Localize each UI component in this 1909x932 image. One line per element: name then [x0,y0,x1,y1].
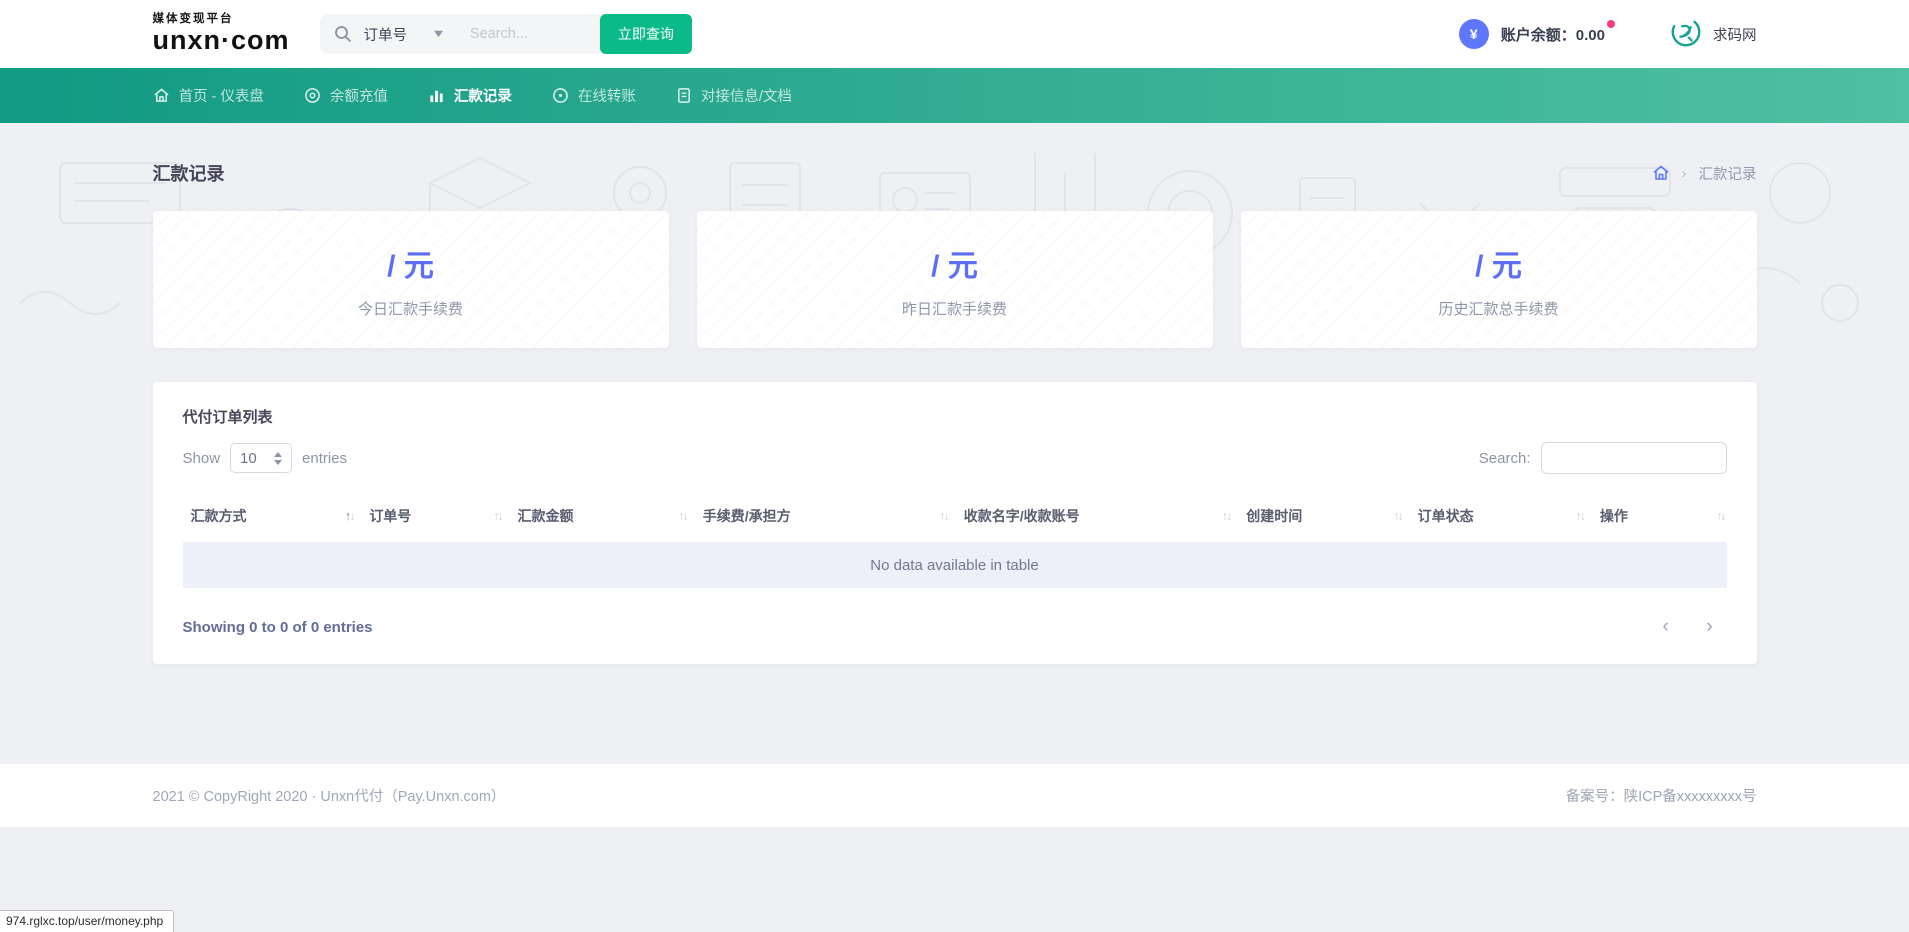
search-category-select[interactable]: 订单号 ▼ [364,24,444,45]
nav-item-docs[interactable]: 对接信息/文档 [676,85,792,106]
stat-label: 历史汇款总手续费 [1438,298,1558,319]
column-header-amount[interactable]: 汇款金额 ↑↓ [518,506,703,526]
nav-label: 余额充值 [330,85,388,106]
nav-item-remit-records[interactable]: 汇款记录 [428,85,512,106]
pagination: ‹ › [1639,610,1727,644]
nav-item-recharge[interactable]: 余额充值 [304,85,388,106]
spinner-arrows-icon [274,452,282,465]
stat-cards: / 元 今日汇款手续费 / 元 昨日汇款手续费 / 元 历史汇款总手续费 [153,211,1757,348]
sort-icon: ↑↓ [1393,509,1402,523]
nav-label: 汇款记录 [454,85,512,106]
stat-value: / 元 [1475,241,1522,285]
stat-value: / 元 [387,241,434,285]
column-header-order-no[interactable]: 订单号 ↑↓ [369,506,517,526]
transfer-icon [552,87,569,104]
page-size-select[interactable]: 10 [230,443,292,473]
icp-label: 备案号： [1566,789,1624,805]
logo-text: unxn·com [153,27,290,54]
nav-item-transfer[interactable]: 在线转账 [552,85,636,106]
sort-icon: ↑↓ [345,509,354,523]
column-header-payee[interactable]: 收款名字/收款账号 ↑↓ [964,506,1247,526]
breadcrumb-current: 汇款记录 [1699,163,1757,184]
notification-dot [1607,20,1615,28]
records-icon [428,87,445,104]
orders-table-card: 代付订单列表 Show 10 entries Search: 汇款方 [153,382,1757,664]
order-search-input[interactable] [470,26,600,42]
balance-text: 账户余额：0.00 [1501,24,1613,45]
prev-page-button[interactable]: ‹ [1649,610,1683,644]
chevron-down-icon: ▼ [431,28,446,40]
sort-icon: ↑↓ [1222,509,1231,523]
stat-value: / 元 [931,241,978,285]
column-header-remit-method[interactable]: 汇款方式 ↑↓ [183,506,370,526]
table-title: 代付订单列表 [183,406,1727,427]
icp-info: 备案号：陕ICP备xxxxxxxxx号 [1566,785,1757,806]
account-balance[interactable]: ¥ 账户余额：0.00 [1459,19,1613,49]
sort-icon: ↑↓ [493,509,502,523]
search-category-value: 订单号 [364,24,408,45]
top-header: 媒体变现平台 unxn·com 订单号 ▼ 立即查询 ¥ 账户余额：0.00 [0,0,1909,68]
page-size-value: 10 [240,450,257,467]
partner-logo-icon [1669,15,1703,54]
nav-label: 对接信息/文档 [701,85,792,106]
column-header-actions[interactable]: 操作 ↑↓ [1600,506,1727,526]
yen-icon: ¥ [1459,19,1489,49]
partner-name: 求码网 [1713,24,1757,45]
main-nav: 首页 - 仪表盘 余额充值 汇款记录 在线转账 对接信息/文档 [0,68,1909,123]
browser-status-url: 974.rglxc.top/user/money.php [0,910,174,932]
table-empty-row: No data available in table [183,542,1727,588]
stat-card-history: / 元 历史汇款总手续费 [1241,211,1757,348]
column-header-created[interactable]: 创建时间 ↑↓ [1246,506,1417,526]
column-header-status[interactable]: 订单状态 ↑↓ [1418,506,1600,526]
breadcrumb-separator: › [1682,165,1687,182]
sort-icon: ↑↓ [1575,509,1584,523]
copyright-text: 2021 © CopyRight 2020 · Unxn代付（Pay.Unxn.… [153,785,506,806]
nav-label: 在线转账 [578,85,636,106]
page-content: 汇款记录 › 汇款记录 / 元 今日汇款手续费 / 元 昨日汇款手续费 / 元 … [0,123,1909,827]
page-length-control: Show 10 entries [183,443,348,473]
table-search-control: Search: [1479,442,1727,474]
stat-card-today: / 元 今日汇款手续费 [153,211,669,348]
icp-link[interactable]: 陕ICP备xxxxxxxxx号 [1624,789,1757,805]
balance-label: 账户余额： [1501,27,1576,44]
logo-tagline: 媒体变现平台 [153,14,290,26]
balance-value: 0.00 [1576,27,1605,44]
search-icon [334,25,352,43]
table-summary: Showing 0 to 0 of 0 entries [183,619,373,636]
sort-icon: ↑↓ [1716,509,1725,523]
stat-card-yesterday: / 元 昨日汇款手续费 [697,211,1213,348]
stat-label: 今日汇款手续费 [358,298,463,319]
sort-icon: ↑↓ [678,509,687,523]
column-header-fee[interactable]: 手续费/承担方 ↑↓ [703,506,964,526]
table-search-input[interactable] [1541,442,1727,474]
stat-label: 昨日汇款手续费 [902,298,1007,319]
breadcrumb: › 汇款记录 [1652,163,1757,184]
table-header-row: 汇款方式 ↑↓ 订单号 ↑↓ 汇款金额 ↑↓ 手续费/承担方 ↑↓ 收款名字/收… [183,498,1727,542]
footer: 2021 © CopyRight 2020 · Unxn代付（Pay.Unxn.… [0,764,1909,827]
recharge-icon [304,87,321,104]
docs-icon [676,87,692,104]
site-logo[interactable]: 媒体变现平台 unxn·com [153,14,290,55]
query-now-button[interactable]: 立即查询 [600,14,692,54]
nav-item-dashboard[interactable]: 首页 - 仪表盘 [153,85,264,106]
next-page-button[interactable]: › [1693,610,1727,644]
home-icon [153,87,170,104]
table-search-label: Search: [1479,450,1531,467]
sort-icon: ↑↓ [939,509,948,523]
partner-link[interactable]: 求码网 [1669,15,1757,54]
nav-label: 首页 - 仪表盘 [179,85,264,106]
page-title: 汇款记录 [153,160,225,186]
header-search-bar: 订单号 ▼ 立即查询 [320,14,692,54]
breadcrumb-home-icon[interactable] [1652,164,1670,182]
entries-label: entries [302,450,347,467]
empty-message: No data available in table [870,557,1038,574]
show-label: Show [183,450,221,467]
